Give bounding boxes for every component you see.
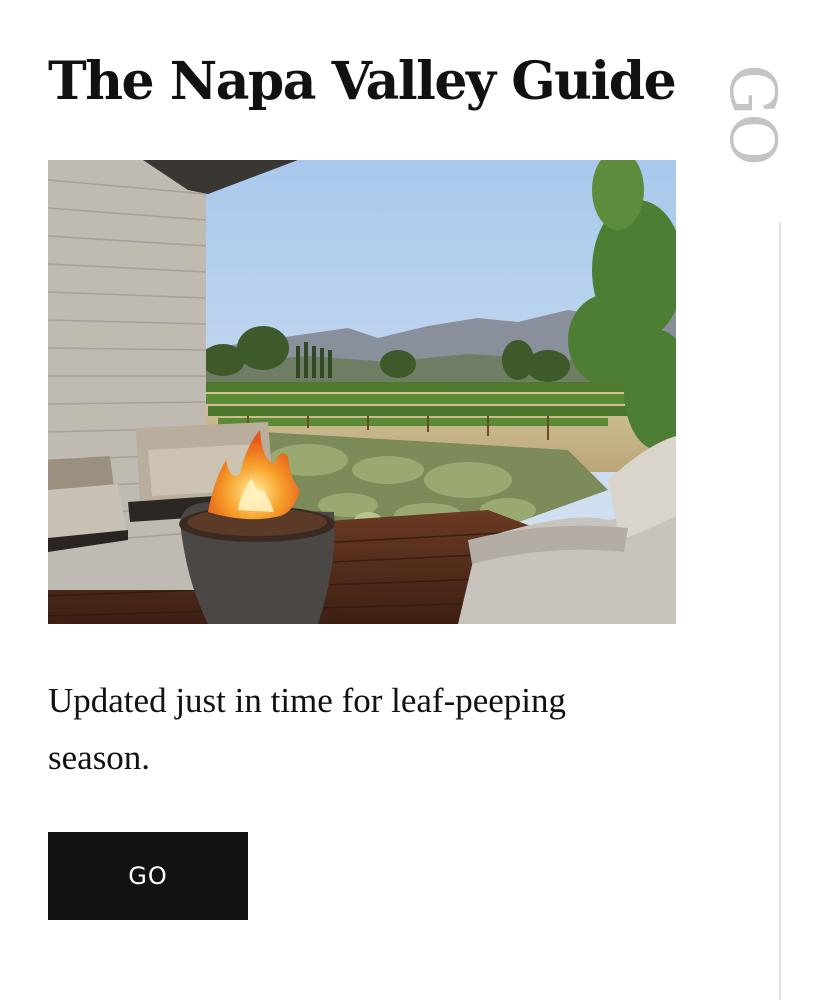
side-divider: [779, 222, 781, 1000]
page-title[interactable]: The Napa Valley Guide: [48, 48, 688, 116]
article-dek: Updated just in time for leaf-peeping se…: [48, 681, 567, 777]
go-button[interactable]: GO: [48, 832, 248, 920]
hero-image[interactable]: [48, 160, 676, 624]
side-go-label: GO: [712, 44, 792, 184]
side-go-text: GO: [715, 64, 789, 164]
article-card: The Napa Valley Guide Updated just in ti…: [0, 0, 828, 1000]
